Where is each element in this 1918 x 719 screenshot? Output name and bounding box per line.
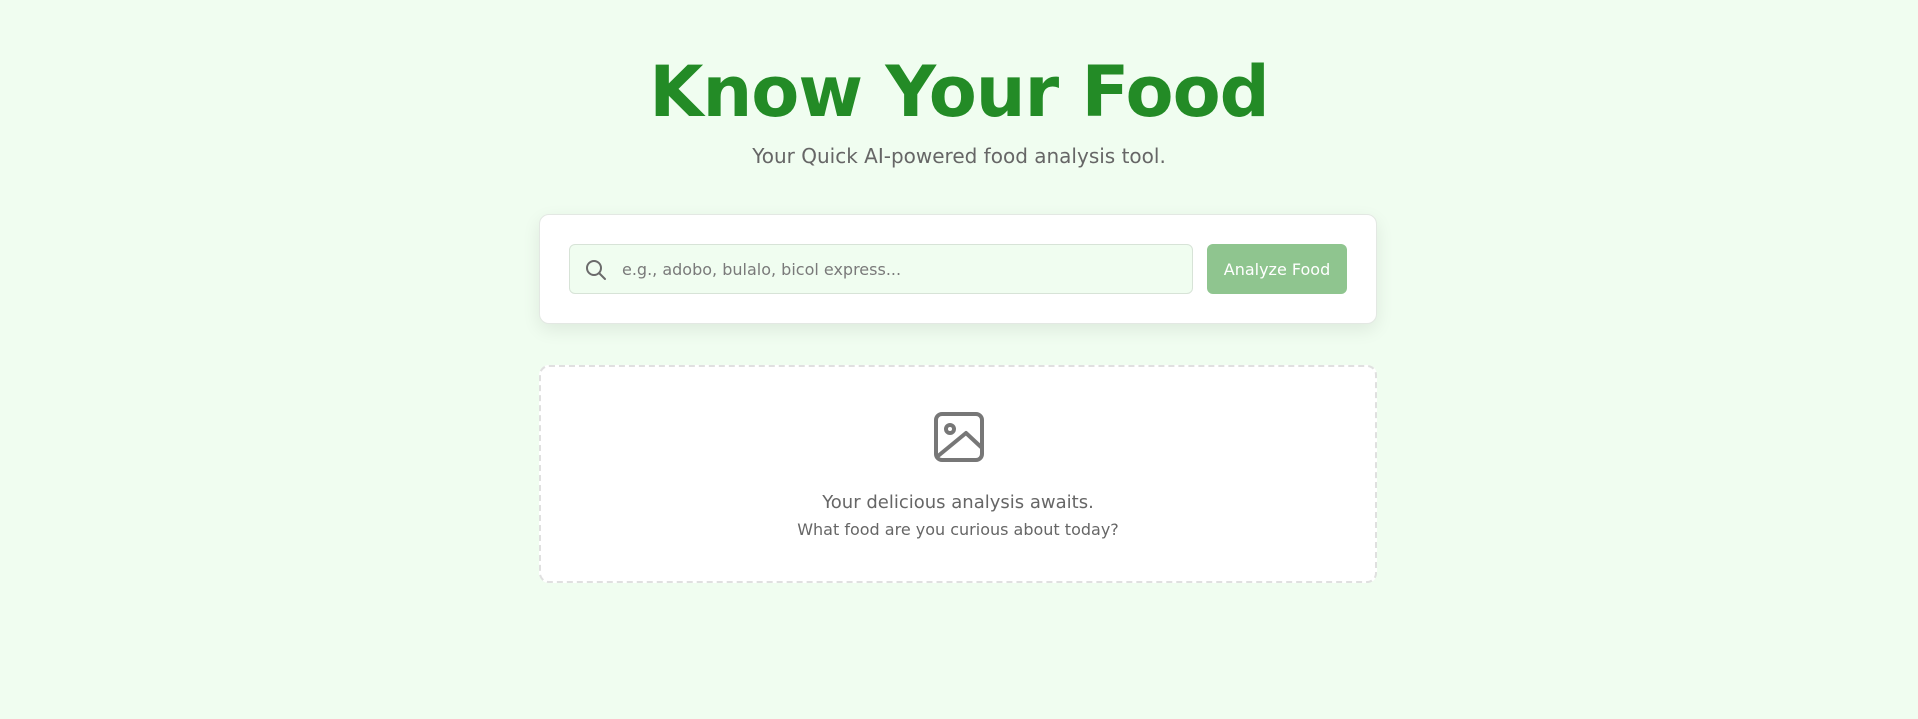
- search-card: Analyze Food: [539, 214, 1377, 324]
- search-icon: [584, 258, 608, 282]
- page-title: Know Your Food: [649, 51, 1270, 133]
- page-header: Know Your Food Your Quick AI-powered foo…: [0, 48, 1918, 170]
- empty-state-title: Your delicious analysis awaits.: [822, 492, 1094, 513]
- analysis-placeholder-card: Your delicious analysis awaits. What foo…: [539, 365, 1377, 583]
- page-subtitle: Your Quick AI-powered food analysis tool…: [752, 144, 1166, 168]
- search-input[interactable]: [618, 245, 1184, 293]
- image-icon: [933, 411, 985, 463]
- search-field[interactable]: [569, 244, 1193, 294]
- empty-state-subtitle: What food are you curious about today?: [797, 520, 1119, 539]
- analyze-food-button[interactable]: Analyze Food: [1207, 244, 1347, 294]
